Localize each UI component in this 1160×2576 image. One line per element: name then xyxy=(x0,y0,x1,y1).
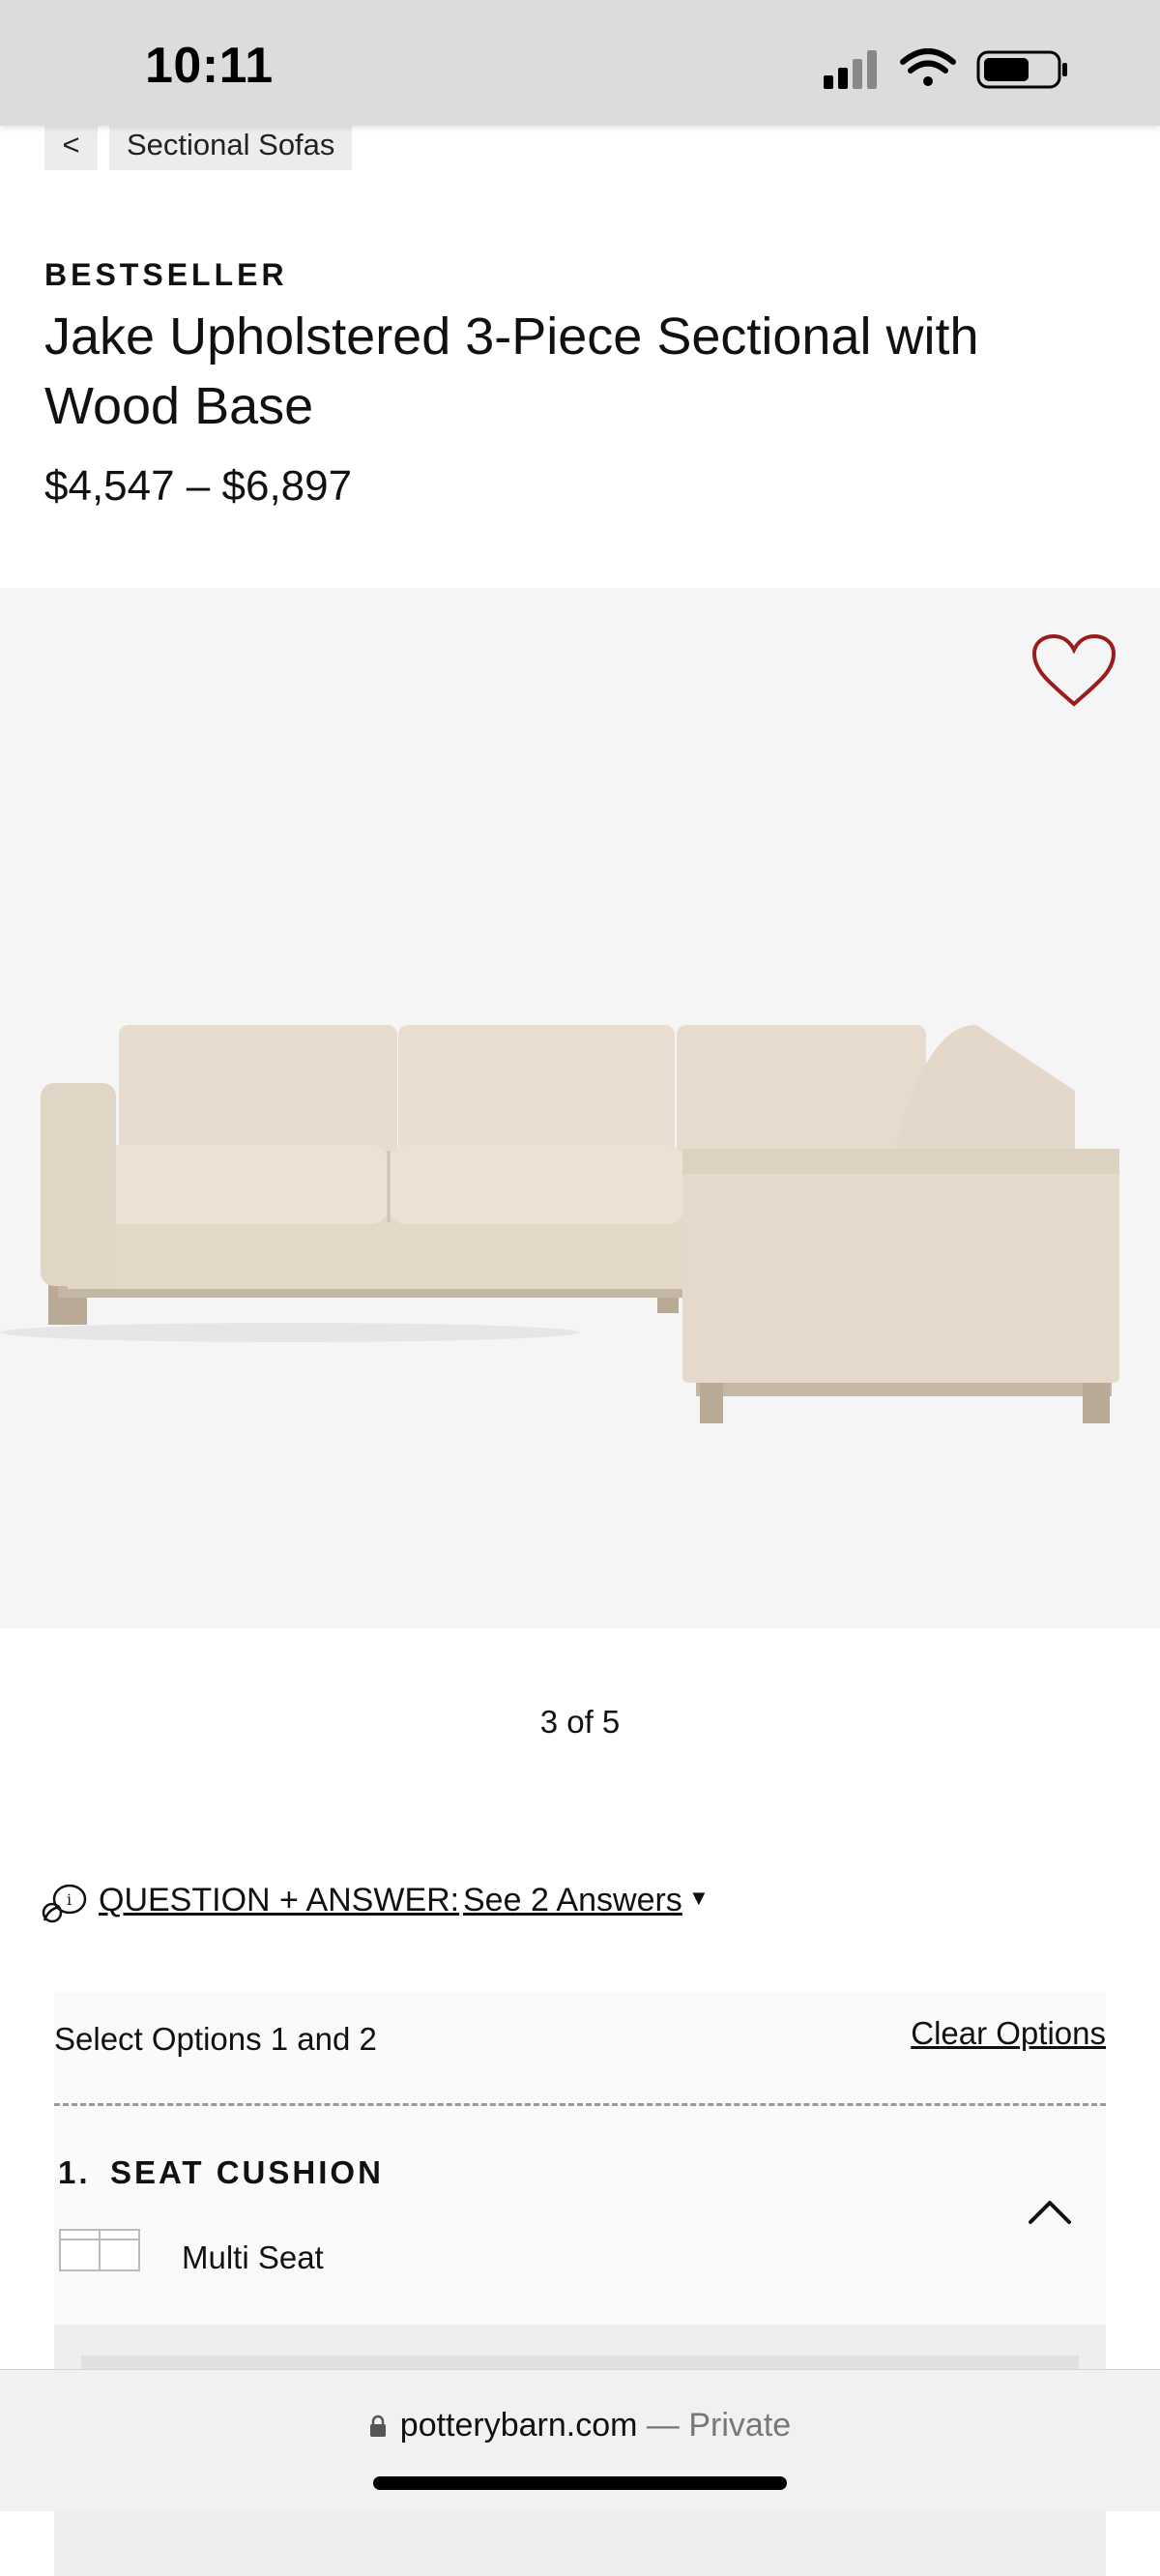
qa-label[interactable]: QUESTION + ANSWER: xyxy=(99,1882,459,1919)
question-answer-icon: i xyxy=(42,1884,87,1923)
sectional-sofa-illustration xyxy=(0,1024,1119,1423)
product-title: Jake Upholstered 3-Piece Sectional with … xyxy=(44,307,979,435)
product-price: $4,547 – $6,897 xyxy=(44,462,353,510)
product-image[interactable] xyxy=(0,588,1160,1628)
option-step-number: 1. xyxy=(58,2154,91,2190)
status-icons xyxy=(824,48,1067,89)
select-options-instructions: Select Options 1 and 2 xyxy=(54,2021,377,2057)
chevron-up-icon[interactable] xyxy=(1027,2195,1073,2226)
breadcrumb-back-button[interactable]: < xyxy=(44,120,98,170)
see-answers-link[interactable]: See 2 Answers xyxy=(463,1882,682,1919)
browser-url-bar[interactable]: potterybarn.com — Private xyxy=(0,2369,1160,2511)
url-separator: — xyxy=(646,2407,680,2444)
bestseller-badge: BESTSELLER xyxy=(44,257,288,292)
option-step-title[interactable]: SEAT CUSHION xyxy=(110,2154,384,2191)
favorite-heart-icon[interactable] xyxy=(1030,632,1117,710)
home-indicator[interactable] xyxy=(373,2476,787,2490)
dropdown-caret-icon[interactable]: ▼ xyxy=(688,1886,710,1911)
svg-text:i: i xyxy=(67,1890,72,1909)
wifi-icon xyxy=(900,48,956,86)
battery-icon xyxy=(976,50,1067,89)
image-counter: 3 of 5 xyxy=(539,1704,621,1740)
seat-cushion-value: Multi Seat xyxy=(182,2239,324,2275)
url-row[interactable]: potterybarn.com — Private xyxy=(0,2407,1160,2444)
multi-seat-icon xyxy=(59,2229,140,2271)
breadcrumb-link-sectional-sofas[interactable]: Sectional Sofas xyxy=(109,120,353,170)
clear-options-link[interactable]: Clear Options xyxy=(911,2015,1106,2052)
status-bar: 10:11 xyxy=(0,0,1160,126)
private-mode-label: Private xyxy=(688,2407,792,2444)
status-time: 10:11 xyxy=(145,38,274,94)
url-domain: potterybarn.com xyxy=(399,2407,638,2444)
dashed-divider xyxy=(54,2103,1106,2106)
cellular-signal-icon xyxy=(824,50,877,89)
lock-icon xyxy=(369,2415,386,2437)
